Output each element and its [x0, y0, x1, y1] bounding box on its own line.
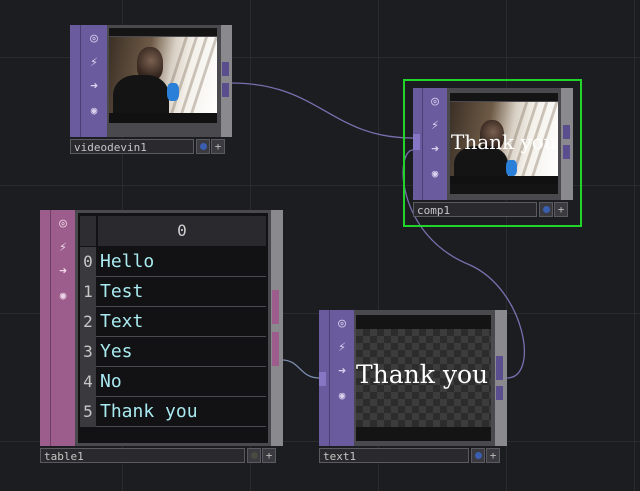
table-viewer[interactable]: 0 0 Hello 1 Test 2 Text 3 Yes 4 No 5 Thank you: [75, 210, 271, 446]
output-port[interactable]: [563, 125, 570, 139]
viewer-icon[interactable]: ◎: [332, 313, 352, 333]
viewer-icon[interactable]: ◎: [53, 213, 73, 233]
viewer-icon[interactable]: ◎: [84, 28, 104, 48]
input-port[interactable]: [413, 134, 420, 150]
add-icon: +: [265, 449, 273, 462]
node-viewer[interactable]: Thank you: [354, 310, 495, 446]
output-arrow-icon[interactable]: ➜: [332, 361, 352, 381]
node-right-strip: [221, 25, 232, 137]
input-port[interactable]: [319, 372, 326, 386]
table-node[interactable]: ◎ ⚡ ➜ ◉ 0 0 Hello 1 Test 2 Text 3 Yes 4 No 5 Thank …: [40, 210, 283, 466]
output-port-secondary[interactable]: [563, 145, 570, 159]
videodevin-node[interactable]: ◎ ⚡ ➜ ◉ videodevin1 +: [70, 25, 232, 157]
cell-value[interactable]: No: [98, 367, 122, 397]
table-header-row: 0: [80, 216, 266, 246]
row-index: 0: [80, 247, 96, 277]
text-node[interactable]: ◎ ⚡ ➜ ◉ Thank you text1 +: [319, 310, 507, 466]
output-arrow-icon[interactable]: ➜: [53, 261, 73, 281]
node-icon-column: ◎ ⚡ ➜ ◉: [330, 310, 355, 446]
cell-value[interactable]: Yes: [98, 337, 133, 367]
lock-icon[interactable]: ◉: [84, 100, 104, 120]
viewer-flag[interactable]: [247, 448, 261, 463]
output-port-secondary[interactable]: [272, 332, 279, 366]
node-icon-column: ◎ ⚡ ➜ ◉: [81, 25, 108, 137]
table-row[interactable]: 4 No: [80, 367, 266, 397]
add-flag[interactable]: +: [486, 448, 500, 463]
node-name[interactable]: text1: [319, 448, 469, 463]
column-header: 0: [98, 216, 266, 246]
table-rows: 0 Hello 1 Test 2 Text 3 Yes 4 No 5 Thank you: [80, 247, 266, 427]
camera-feed-image: [109, 37, 217, 123]
wire-table-to-text: [281, 359, 320, 379]
node-sidebar: [70, 25, 81, 137]
lock-icon[interactable]: ◉: [53, 285, 73, 305]
viewer-flag[interactable]: [471, 448, 485, 463]
add-icon: +: [557, 203, 565, 216]
bypass-icon[interactable]: ⚡: [84, 52, 104, 72]
node-icon-column: ◎ ⚡ ➜ ◉: [423, 88, 448, 200]
viewer-flag[interactable]: [196, 139, 210, 154]
table-row[interactable]: 0 Hello: [80, 247, 266, 277]
text-preview: Thank you: [356, 360, 489, 389]
node-icon-column: ◎ ⚡ ➜ ◉: [51, 210, 76, 446]
node-viewer[interactable]: Thank you: [447, 88, 561, 200]
node-name[interactable]: table1: [40, 448, 245, 463]
add-icon: +: [489, 449, 497, 462]
row-index: 5: [80, 397, 96, 427]
node-name[interactable]: videodevin1: [70, 139, 194, 154]
row-index: 4: [80, 367, 96, 397]
table-row[interactable]: 5 Thank you: [80, 397, 266, 427]
table-row[interactable]: 3 Yes: [80, 337, 266, 367]
row-index: 1: [80, 277, 96, 307]
node-viewer[interactable]: [107, 25, 221, 137]
row-index: 3: [80, 337, 96, 367]
add-flag[interactable]: +: [262, 448, 276, 463]
viewer-icon[interactable]: ◎: [425, 91, 445, 111]
bypass-icon[interactable]: ⚡: [425, 115, 445, 135]
cell-value[interactable]: Hello: [98, 247, 154, 277]
add-flag[interactable]: +: [554, 202, 568, 217]
node-right-strip: [561, 88, 573, 200]
comp-node[interactable]: ◎ ⚡ ➜ ◉ Thank you comp1 +: [403, 79, 582, 227]
output-arrow-icon[interactable]: ➜: [425, 139, 445, 159]
cell-value[interactable]: Test: [98, 277, 143, 307]
output-port[interactable]: [272, 290, 279, 324]
table-row[interactable]: 1 Test: [80, 277, 266, 307]
row-index: 2: [80, 307, 96, 337]
cell-value[interactable]: Text: [98, 307, 143, 337]
lock-icon[interactable]: ◉: [425, 163, 445, 183]
add-flag[interactable]: +: [211, 139, 225, 154]
output-port[interactable]: [222, 62, 229, 76]
output-port-secondary[interactable]: [496, 386, 503, 400]
lock-icon[interactable]: ◉: [332, 385, 352, 405]
output-arrow-icon[interactable]: ➜: [84, 76, 104, 96]
output-port[interactable]: [496, 356, 503, 380]
viewer-flag[interactable]: [539, 202, 553, 217]
node-sidebar: [40, 210, 51, 446]
bypass-icon[interactable]: ⚡: [332, 337, 352, 357]
node-name[interactable]: comp1: [413, 202, 537, 217]
wire-videodevin-to-comp: [230, 82, 414, 139]
composite-overlay-text: Thank you: [451, 130, 557, 154]
cell-value[interactable]: Thank you: [98, 397, 198, 427]
output-port-secondary[interactable]: [222, 83, 229, 97]
table-row[interactable]: 2 Text: [80, 307, 266, 337]
add-icon: +: [214, 140, 222, 153]
node-right-strip: [271, 210, 283, 446]
bypass-icon[interactable]: ⚡: [53, 237, 73, 257]
